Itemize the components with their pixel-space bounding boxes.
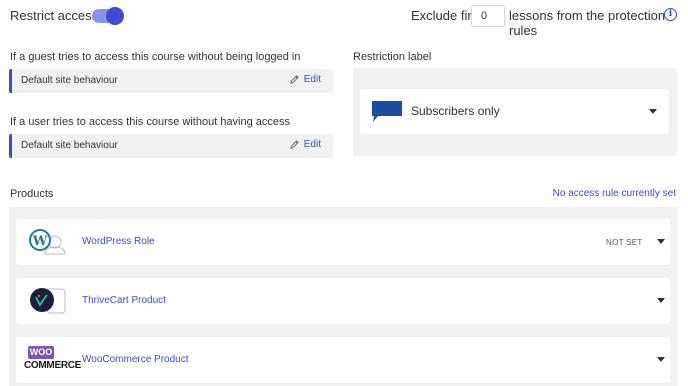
info-circle-icon[interactable]: i — [664, 8, 677, 21]
product-card-wordpress-role[interactable]: W WordPress Role NOT SET — [16, 219, 670, 265]
product-name: WordPress Role — [82, 236, 155, 247]
restrict-access-label: Restrict access — [10, 8, 99, 23]
exclude-lessons-input[interactable]: 0 — [471, 5, 505, 27]
products-panel: W WordPress Role NOT SET ThriveCart Prod… — [9, 207, 677, 386]
restriction-label-select[interactable]: Subscribers only — [360, 89, 669, 134]
user-edit-label: Edit — [303, 139, 321, 150]
status-badge: NOT SET — [606, 238, 643, 247]
product-card-woocommerce[interactable]: WOO COMMERCE WooCommerce Product — [16, 337, 670, 383]
restrict-access-toggle[interactable] — [92, 7, 124, 25]
pencil-icon — [289, 140, 299, 149]
products-title: Products — [10, 188, 54, 200]
exclude-suffix-label: lessons from the protection rules — [509, 8, 666, 38]
guest-question: If a guest tries to access this course w… — [10, 51, 301, 63]
speech-bubble-icon — [372, 101, 402, 122]
top-row: Restrict access Exclude first 0 lessons … — [0, 0, 688, 38]
restriction-label-title: Restriction label — [353, 51, 432, 63]
guest-edit-button[interactable]: Edit — [289, 74, 321, 85]
user-edit-button[interactable]: Edit — [289, 139, 321, 150]
guest-behaviour-box: Default site behaviour Edit — [9, 69, 333, 93]
toggle-knob — [106, 7, 124, 25]
guest-behaviour-text: Default site behaviour — [21, 75, 118, 86]
pencil-icon — [289, 75, 299, 84]
woocommerce-logo: WOO COMMERCE — [24, 346, 82, 376]
restriction-selected-value: Subscribers only — [411, 104, 500, 118]
product-name: ThriveCart Product — [82, 295, 166, 306]
user-question: If a user tries to access this course wi… — [10, 116, 291, 128]
product-card-thrivecart[interactable]: ThriveCart Product — [16, 278, 670, 324]
product-name: WooCommerce Product — [82, 354, 189, 365]
thrivecart-logo — [30, 288, 66, 314]
chevron-down-icon — [657, 357, 665, 362]
products-status-link[interactable]: No access rule currently set — [553, 188, 676, 199]
restriction-label-panel: Subscribers only — [353, 68, 677, 156]
svg-text:W: W — [32, 234, 48, 249]
user-behaviour-text: Default site behaviour — [21, 140, 118, 151]
chevron-down-icon — [649, 109, 657, 114]
chevron-down-icon — [657, 298, 665, 303]
wordpress-logo: W — [29, 229, 66, 255]
guest-edit-label: Edit — [303, 74, 321, 85]
user-behaviour-box: Default site behaviour Edit — [9, 134, 333, 158]
woo-logo-wordmark: COMMERCE — [24, 360, 82, 371]
woo-logo-badge: WOO — [28, 346, 54, 359]
chevron-down-icon — [657, 239, 665, 244]
